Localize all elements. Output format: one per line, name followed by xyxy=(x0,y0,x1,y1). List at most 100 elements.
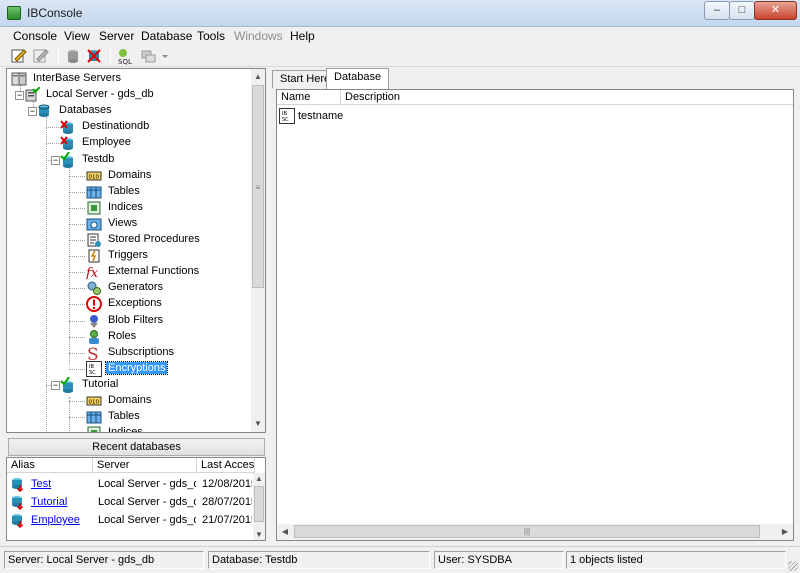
svg-text:fx: fx xyxy=(86,266,99,280)
tab-database[interactable]: Database xyxy=(326,68,390,89)
window-title: IBConsole xyxy=(27,6,83,20)
status-database: Database: Testdb xyxy=(208,551,430,569)
column-header-name[interactable]: Name xyxy=(277,90,341,105)
menu-database[interactable]: Database xyxy=(141,29,192,43)
scroll-up-arrow[interactable]: ▲ xyxy=(251,69,265,85)
scroll-up-arrow[interactable]: ▲ xyxy=(253,473,265,485)
tree-connector-line xyxy=(69,401,85,402)
status-object-count: 1 objects listed xyxy=(566,551,786,569)
column-header-description[interactable]: Description xyxy=(341,90,793,105)
tree-node-label: Tables xyxy=(108,410,140,423)
tree-connector-line xyxy=(69,256,85,258)
tree-node-label: Destinationdb xyxy=(82,120,150,133)
database-disconnected-icon xyxy=(60,119,76,135)
close-button[interactable]: ✕ xyxy=(754,1,797,20)
generator-icon xyxy=(86,280,102,296)
disconnect-icon xyxy=(87,49,101,63)
tree-node-label: Encryptions xyxy=(104,360,169,375)
tree-node-label: Local Server - gds_db xyxy=(46,88,154,101)
menu-help[interactable]: Help xyxy=(290,29,315,43)
column-header-server[interactable]: Server xyxy=(93,458,197,473)
unregister-icon xyxy=(33,49,49,63)
recent-alias-link[interactable]: Employee xyxy=(31,514,91,526)
windows-dropdown-button[interactable] xyxy=(140,47,168,65)
recent-row[interactable]: Test Local Server - gds_db 12/08/2015 xyxy=(7,475,253,493)
encryption-icon: IBSC xyxy=(279,108,295,124)
tree-collapse-toggle[interactable]: − xyxy=(28,107,37,117)
resize-grip[interactable] xyxy=(788,561,798,571)
menu-view[interactable]: View xyxy=(64,29,90,43)
connect-button[interactable] xyxy=(64,47,84,65)
status-bar: Server: Local Server - gds_db Database: … xyxy=(0,546,800,573)
svg-text:S: S xyxy=(87,345,99,361)
tree-collapse-toggle[interactable]: − xyxy=(51,380,60,390)
exception-icon xyxy=(86,296,102,313)
toolbar: SQL xyxy=(0,45,800,67)
tree-connector-line xyxy=(69,320,85,322)
function-icon: fx xyxy=(85,264,102,281)
toolbar-separator xyxy=(110,48,111,64)
sql-icon: SQL xyxy=(118,49,132,66)
recent-row[interactable]: Employee Local Server - gds_db 21/07/2015 xyxy=(7,511,253,529)
database-link-icon xyxy=(11,512,25,531)
recent-last-access: 21/07/2015 xyxy=(202,514,252,526)
windows-icon xyxy=(141,50,168,63)
tree-connector-line xyxy=(69,165,70,365)
unregister-server-button[interactable] xyxy=(32,47,52,65)
tree-connector-line xyxy=(69,368,85,370)
recent-server: Local Server - gds_db xyxy=(98,496,196,508)
tree-node-label: Stored Procedures xyxy=(108,233,200,245)
tree-connector-line xyxy=(69,288,85,290)
recent-vertical-scrollbar[interactable]: ▲ ▼ xyxy=(253,473,265,540)
object-list[interactable]: Name Description IB SC testname ◀ ||| ▶ xyxy=(276,89,794,541)
servers-icon xyxy=(11,71,27,87)
tree-node-label: Roles xyxy=(108,329,137,342)
recent-databases-list[interactable]: Alias Server Last Access Test Local Serve… xyxy=(6,457,266,541)
tree-collapse-toggle[interactable]: − xyxy=(51,155,60,165)
scroll-left-arrow[interactable]: ◀ xyxy=(277,524,293,540)
view-icon xyxy=(86,216,102,232)
tree-node-label: Views xyxy=(108,216,138,229)
menu-tools[interactable]: Tools xyxy=(197,29,225,43)
scroll-down-arrow[interactable]: ▼ xyxy=(251,416,265,432)
recent-last-access: 28/07/2015 xyxy=(202,496,252,508)
tree-node-label: Tables xyxy=(108,184,140,197)
recent-last-access: 12/08/2015 xyxy=(202,478,252,490)
register-server-button[interactable] xyxy=(10,47,30,65)
database-icon xyxy=(68,50,78,63)
maximize-button[interactable]: □ xyxy=(729,1,755,20)
tree-connector-line xyxy=(69,352,85,354)
column-header-last-access[interactable]: Last Access xyxy=(197,458,255,473)
object-list-horizontal-scrollbar[interactable]: ◀ ||| ▶ xyxy=(277,524,793,540)
tree-node-label: Indices xyxy=(108,426,143,433)
tree-vertical-scrollbar[interactable]: ▲ ≡ ▼ xyxy=(251,69,265,432)
server-tree[interactable]: InterBase Servers − Local Server - gds_db −… xyxy=(6,68,266,433)
menu-console[interactable]: Console xyxy=(13,29,57,43)
recent-alias-link[interactable]: Test xyxy=(31,478,91,490)
recent-databases-button[interactable]: Recent databases xyxy=(8,438,265,456)
tree-connector-line xyxy=(69,207,85,209)
tree-connector-line xyxy=(69,175,85,177)
tab-strip: Start Here Database xyxy=(270,68,796,89)
scroll-thumb[interactable]: ||| xyxy=(294,525,760,538)
recent-row[interactable]: Tutorial Local Server - gds_db 28/07/2015 xyxy=(7,493,253,511)
scroll-thumb[interactable] xyxy=(254,486,264,522)
menu-server[interactable]: Server xyxy=(99,29,134,43)
scroll-right-arrow[interactable]: ▶ xyxy=(777,524,793,540)
scroll-down-arrow[interactable]: ▼ xyxy=(253,529,265,540)
sql-button[interactable]: SQL xyxy=(116,47,136,66)
minimize-button[interactable]: – xyxy=(704,1,730,20)
tree-node-label: Databases xyxy=(59,104,112,117)
disconnect-button[interactable] xyxy=(85,47,105,65)
tree-connector-line xyxy=(69,191,85,193)
tree-node-label: Domains xyxy=(108,168,152,181)
database-disconnected-icon xyxy=(60,135,76,151)
database-icon xyxy=(37,103,53,119)
tree-connector-line xyxy=(46,127,59,129)
recent-alias-link[interactable]: Tutorial xyxy=(31,496,91,508)
scroll-thumb[interactable]: ≡ xyxy=(252,85,264,288)
svg-text:010: 010 xyxy=(89,400,100,406)
tree-node-label: Employee xyxy=(82,136,131,149)
column-header-alias[interactable]: Alias xyxy=(7,458,93,473)
tree-collapse-toggle[interactable]: − xyxy=(15,91,24,101)
